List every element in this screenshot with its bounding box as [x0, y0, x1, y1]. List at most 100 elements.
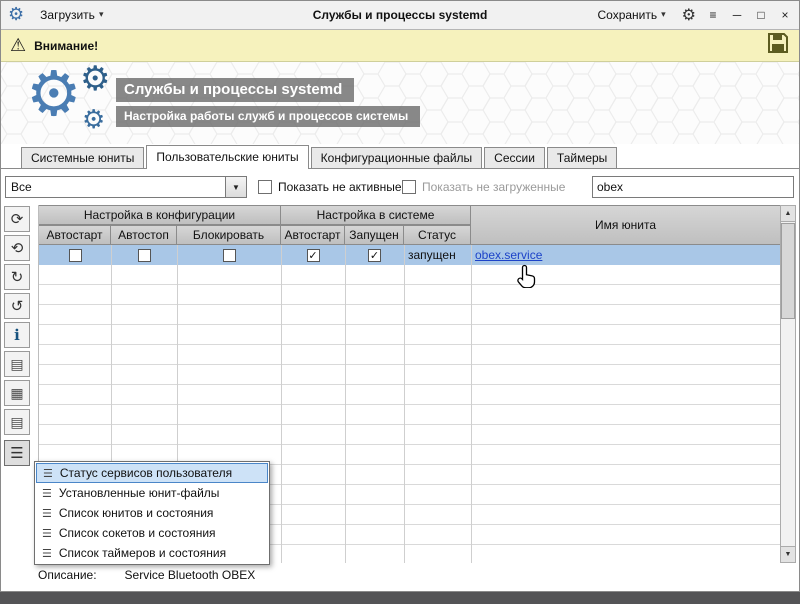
combobox-arrow-icon[interactable]: ▼ [225, 177, 246, 197]
menu-item-installed-unit-files[interactable]: ☰ Установленные юнит-файлы [36, 483, 268, 503]
settings-gear-icon[interactable]: ⚙ [682, 5, 696, 25]
show-unloaded-label: Показать не загруженные [422, 180, 565, 194]
menu-item-units-and-states[interactable]: ☰ Список юнитов и состояния [36, 503, 268, 523]
column-header-cfg-autostop[interactable]: Автостоп [111, 225, 177, 245]
revert-unit-button[interactable]: ↺ [4, 293, 30, 319]
column-header-cfg-block[interactable]: Блокировать [177, 225, 281, 245]
show-inactive-label: Показать не активные [278, 180, 402, 194]
menu-item-user-services-status[interactable]: ☰ Статус сервисов пользователя [36, 463, 268, 483]
show-inactive-checkbox-group[interactable]: Показать не активные [258, 176, 402, 198]
unit-name-link[interactable]: obex.service [475, 248, 542, 262]
desktop-backdrop [0, 592, 800, 604]
show-unloaded-checkbox[interactable] [402, 180, 416, 194]
scroll-down-arrow-icon[interactable]: ▼ [781, 546, 795, 562]
cell-cfg-autostart [39, 245, 111, 265]
load-button[interactable]: Загрузить ▾ [34, 5, 109, 25]
description-label: Описание: [38, 568, 97, 582]
load-button-label: Загрузить [40, 8, 95, 22]
cell-cfg-block [177, 245, 281, 265]
cfg-autostart-checkbox[interactable] [69, 249, 82, 262]
titlebar: ⚙ Загрузить ▾ Службы и процессы systemd … [0, 0, 800, 30]
list-icon: ☰ [42, 547, 52, 560]
column-header-sys-running[interactable]: Запущен [345, 225, 404, 245]
table-row[interactable]: запущен obex.service [39, 245, 781, 265]
refresh-icon: ⟳ [11, 212, 24, 227]
menu-item-label: Список сокетов и состояния [59, 526, 216, 540]
minimize-button[interactable]: ─ [730, 8, 744, 22]
status-menu-button[interactable]: ☰ [4, 440, 30, 466]
cell-cfg-autostop [111, 245, 177, 265]
journal-icon: ▦ [10, 386, 23, 400]
unit-list-button[interactable]: ▤ [4, 409, 30, 435]
logo-gear-small-icon: ⚙ [80, 62, 110, 96]
list-icon: ☰ [42, 527, 52, 540]
tab-config-files[interactable]: Конфигурационные файлы [311, 147, 482, 168]
menu-item-label: Список таймеров и состояния [59, 546, 226, 560]
scrollbar-thumb[interactable] [781, 223, 795, 319]
column-header-sys-autostart[interactable]: Автостарт [281, 225, 345, 245]
titlebar-right: Сохранить ▾ ⚙ ≡ ─ □ × [591, 5, 792, 25]
menu-item-timers-and-states[interactable]: ☰ Список таймеров и состояния [36, 543, 268, 563]
cell-unit-name: obex.service [471, 245, 781, 265]
column-header-unit-name[interactable]: Имя юнита [471, 205, 781, 245]
show-unloaded-checkbox-group[interactable]: Показать не загруженные [402, 176, 565, 198]
info-icon: ℹ [14, 328, 20, 343]
close-button[interactable]: × [778, 8, 792, 22]
scope-combobox[interactable]: Все ▼ [5, 176, 247, 198]
save-caret-icon: ▾ [661, 9, 666, 20]
left-toolbar: ⟳ ⟲ ↻ ↺ ℹ ▤ ▦ ▤ ☰ [2, 203, 34, 565]
warning-icon: ⚠ [10, 35, 26, 56]
view-journal-button[interactable]: ▦ [4, 380, 30, 406]
mouse-cursor-pointer [516, 264, 538, 293]
hexagon-pattern [0, 62, 800, 144]
tab-system-units[interactable]: Системные юниты [21, 147, 144, 168]
restart-unit-button[interactable]: ↻ [4, 264, 30, 290]
sys-autostart-checkbox[interactable] [307, 249, 320, 262]
reload-icon: ⟲ [11, 241, 24, 256]
maximize-button[interactable]: □ [754, 8, 768, 22]
unit-list-icon: ▤ [10, 415, 23, 429]
tab-sessions[interactable]: Сессии [484, 147, 545, 168]
cfg-autostop-checkbox[interactable] [138, 249, 151, 262]
save-button[interactable]: Сохранить ▾ [591, 5, 671, 25]
show-inactive-checkbox[interactable] [258, 180, 272, 194]
revert-icon: ↺ [11, 299, 24, 314]
tab-bar: Системные юниты Пользовательские юниты К… [0, 144, 800, 169]
logo-gear-tiny-icon: ⚙ [82, 106, 105, 132]
vertical-scrollbar[interactable]: ▲ ▼ [780, 205, 796, 563]
tab-user-units[interactable]: Пользовательские юниты [146, 145, 308, 169]
column-header-cfg-autostart[interactable]: Автостарт [39, 225, 111, 245]
warning-text: Внимание! [34, 39, 98, 53]
hamburger-menu-icon[interactable]: ≡ [706, 8, 720, 22]
status-list-icon: ☰ [10, 446, 23, 461]
list-icon: ☰ [43, 467, 53, 480]
unit-search-input[interactable] [592, 176, 794, 198]
description-bar: Описание: Service Bluetooth OBEX [38, 568, 255, 582]
column-separator [404, 245, 405, 563]
view-log-button[interactable]: ▤ [4, 351, 30, 377]
scope-combobox-value: Все [6, 180, 225, 194]
menu-item-label: Статус сервисов пользователя [60, 466, 232, 480]
refresh-button[interactable]: ⟳ [4, 206, 30, 232]
cfg-block-checkbox[interactable] [223, 249, 236, 262]
group-header-config: Настройка в конфигурации [39, 205, 281, 225]
scroll-up-arrow-icon[interactable]: ▲ [781, 206, 795, 222]
menu-item-sockets-and-states[interactable]: ☰ Список сокетов и состояния [36, 523, 268, 543]
log-file-icon: ▤ [10, 357, 23, 371]
column-separator [471, 245, 472, 563]
restart-icon: ↻ [11, 270, 24, 285]
save-floppy-icon[interactable] [766, 31, 790, 60]
logo-gear-large-icon: ⚙ [26, 64, 82, 126]
list-icon: ☰ [42, 507, 52, 520]
warning-bar: ⚠ Внимание! [0, 30, 800, 62]
banner: ⚙ ⚙ ⚙ Службы и процессы systemd Настройк… [0, 62, 800, 144]
cell-sys-running [345, 245, 404, 265]
unit-info-button[interactable]: ℹ [4, 322, 30, 348]
column-separator [345, 245, 346, 563]
column-header-status[interactable]: Статус [404, 225, 471, 245]
menu-item-label: Установленные юнит-файлы [59, 486, 220, 500]
reload-all-button[interactable]: ⟲ [4, 235, 30, 261]
tab-timers[interactable]: Таймеры [547, 147, 617, 168]
sys-running-checkbox[interactable] [368, 249, 381, 262]
app-window: ⚙ Загрузить ▾ Службы и процессы systemd … [0, 0, 800, 604]
